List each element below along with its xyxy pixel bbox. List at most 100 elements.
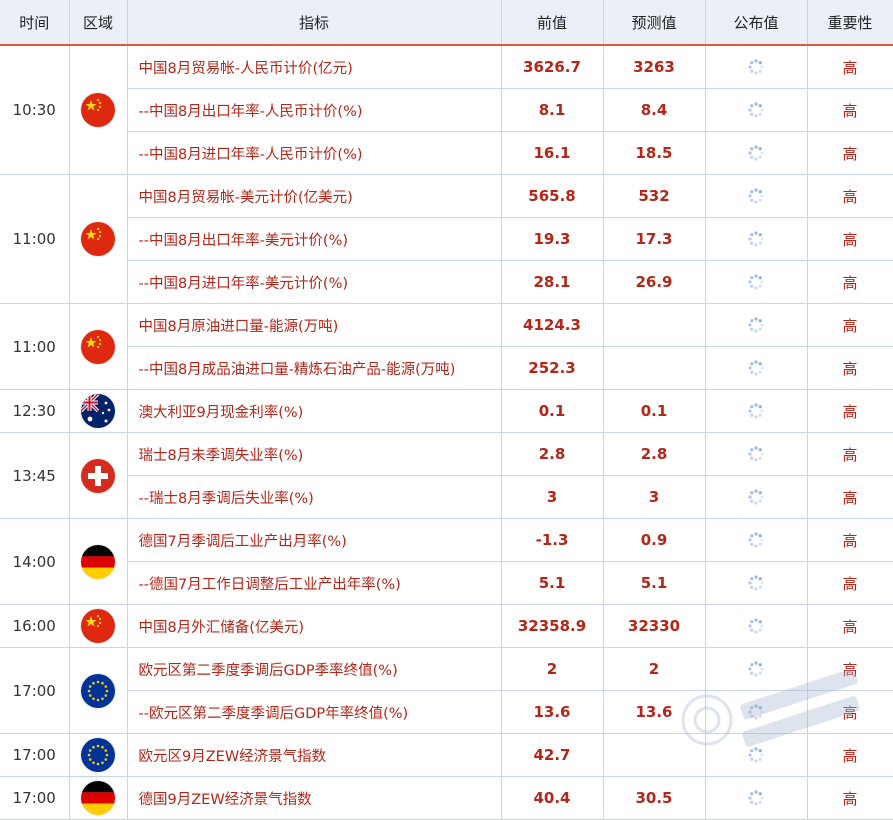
actual-value bbox=[705, 690, 808, 734]
actual-value bbox=[705, 647, 808, 691]
indicator-name[interactable]: 中国8月贸易帐-人民币计价(亿元) bbox=[127, 45, 502, 89]
previous-value: 3 bbox=[501, 475, 604, 519]
importance-level: 高 bbox=[807, 131, 893, 175]
region-cell bbox=[69, 776, 128, 820]
actual-value bbox=[705, 518, 808, 562]
indicator-name[interactable]: 中国8月原油进口量-能源(万吨) bbox=[127, 303, 502, 347]
australia-flag-icon bbox=[81, 394, 115, 428]
indicator-name[interactable]: --中国8月出口年率-人民币计价(%) bbox=[127, 88, 502, 132]
importance-level: 高 bbox=[807, 217, 893, 261]
actual-value bbox=[705, 346, 808, 390]
event-time: 14:00 bbox=[0, 518, 70, 605]
forecast-value: 0.1 bbox=[603, 389, 706, 433]
importance-level: 高 bbox=[807, 174, 893, 218]
loading-spinner-icon bbox=[747, 617, 765, 635]
indicator-name[interactable]: --中国8月进口年率-人民币计价(%) bbox=[127, 131, 502, 175]
china-flag-icon bbox=[81, 222, 115, 256]
importance-level: 高 bbox=[807, 690, 893, 734]
actual-value bbox=[705, 776, 808, 820]
header-importance: 重要性 bbox=[807, 0, 893, 46]
actual-value bbox=[705, 260, 808, 304]
importance-level: 高 bbox=[807, 88, 893, 132]
table-row: 12:30 澳大利亚9月现金利率(%) 0.1 0.1 高 bbox=[0, 389, 893, 433]
economic-calendar-table: 时间 区域 指标 前值 预测值 公布值 重要性 10:30 中国8月贸易帐-人民币… bbox=[0, 0, 893, 820]
previous-value: 4124.3 bbox=[501, 303, 604, 347]
table-row: 11:00 中国8月原油进口量-能源(万吨) 4124.3 高 bbox=[0, 303, 893, 390]
header-forecast: 预测值 bbox=[603, 0, 706, 46]
table-body: 10:30 中国8月贸易帐-人民币计价(亿元) 3626.7 3263 高 --中国8月出… bbox=[0, 45, 893, 820]
importance-level: 高 bbox=[807, 45, 893, 89]
indicator-name[interactable]: --欧元区第二季度季调后GDP年率终值(%) bbox=[127, 690, 502, 734]
region-cell bbox=[69, 432, 128, 519]
germany-flag-icon bbox=[81, 781, 115, 815]
previous-value: 2 bbox=[501, 647, 604, 691]
forecast-value: 532 bbox=[603, 174, 706, 218]
indicator-name[interactable]: --中国8月出口年率-美元计价(%) bbox=[127, 217, 502, 261]
previous-value: 3626.7 bbox=[501, 45, 604, 89]
forecast-value: 13.6 bbox=[603, 690, 706, 734]
loading-spinner-icon bbox=[747, 402, 765, 420]
indicator-name[interactable]: --德国7月工作日调整后工业产出年率(%) bbox=[127, 561, 502, 605]
region-cell bbox=[69, 733, 128, 777]
forecast-value: 3263 bbox=[603, 45, 706, 89]
forecast-value: 32330 bbox=[603, 604, 706, 648]
header-indicator: 指标 bbox=[127, 0, 502, 46]
event-time: 13:45 bbox=[0, 432, 70, 519]
actual-value bbox=[705, 131, 808, 175]
indicator-name[interactable]: 欧元区第二季度季调后GDP季率终值(%) bbox=[127, 647, 502, 691]
forecast-value bbox=[603, 733, 706, 777]
previous-value: 5.1 bbox=[501, 561, 604, 605]
actual-value bbox=[705, 303, 808, 347]
importance-level: 高 bbox=[807, 260, 893, 304]
indicator-name[interactable]: --瑞士8月季调后失业率(%) bbox=[127, 475, 502, 519]
indicator-name[interactable]: 欧元区9月ZEW经济景气指数 bbox=[127, 733, 502, 777]
forecast-value: 26.9 bbox=[603, 260, 706, 304]
indicator-name[interactable]: 德国7月季调后工业产出月率(%) bbox=[127, 518, 502, 562]
loading-spinner-icon bbox=[747, 445, 765, 463]
previous-value: 19.3 bbox=[501, 217, 604, 261]
table-row: --中国8月成品油进口量-精炼石油产品-能源(万吨) 252.3 高 bbox=[0, 346, 893, 390]
actual-value bbox=[705, 88, 808, 132]
importance-level: 高 bbox=[807, 647, 893, 691]
previous-value: -1.3 bbox=[501, 518, 604, 562]
table-row: 17:00 欧元区9月ZEW经济景气指数 42.7 高 bbox=[0, 733, 893, 777]
eu-flag-icon bbox=[81, 673, 115, 708]
loading-spinner-icon bbox=[747, 273, 765, 291]
region-cell bbox=[69, 174, 128, 304]
china-flag-icon bbox=[81, 609, 115, 643]
indicator-name[interactable]: 中国8月贸易帐-美元计价(亿美元) bbox=[127, 174, 502, 218]
event-time: 17:00 bbox=[0, 776, 70, 820]
forecast-value: 2.8 bbox=[603, 432, 706, 476]
table-row: --德国7月工作日调整后工业产出年率(%) 5.1 5.1 高 bbox=[0, 561, 893, 605]
forecast-value: 3 bbox=[603, 475, 706, 519]
event-time: 11:00 bbox=[0, 303, 70, 390]
indicator-name[interactable]: --中国8月成品油进口量-精炼石油产品-能源(万吨) bbox=[127, 346, 502, 390]
indicator-name[interactable]: 德国9月ZEW经济景气指数 bbox=[127, 776, 502, 820]
indicator-name[interactable]: 澳大利亚9月现金利率(%) bbox=[127, 389, 502, 433]
actual-value bbox=[705, 432, 808, 476]
actual-value bbox=[705, 604, 808, 648]
loading-spinner-icon bbox=[747, 789, 765, 807]
forecast-value: 17.3 bbox=[603, 217, 706, 261]
importance-level: 高 bbox=[807, 475, 893, 519]
previous-value: 0.1 bbox=[501, 389, 604, 433]
loading-spinner-icon bbox=[747, 230, 765, 248]
china-flag-icon bbox=[81, 329, 115, 364]
previous-value: 28.1 bbox=[501, 260, 604, 304]
loading-spinner-icon bbox=[747, 316, 765, 334]
importance-level: 高 bbox=[807, 561, 893, 605]
indicator-name[interactable]: 瑞士8月未季调失业率(%) bbox=[127, 432, 502, 476]
table-row: 17:00 德国9月ZEW经济景气指数 40.4 30.5 高 bbox=[0, 776, 893, 820]
header-region: 区域 bbox=[69, 0, 128, 46]
importance-level: 高 bbox=[807, 389, 893, 433]
loading-spinner-icon bbox=[747, 359, 765, 377]
forecast-value: 30.5 bbox=[603, 776, 706, 820]
forecast-value bbox=[603, 346, 706, 390]
forecast-value: 5.1 bbox=[603, 561, 706, 605]
loading-spinner-icon bbox=[747, 660, 765, 678]
germany-flag-icon bbox=[81, 544, 115, 579]
indicator-name[interactable]: --中国8月进口年率-美元计价(%) bbox=[127, 260, 502, 304]
forecast-value bbox=[603, 303, 706, 347]
indicator-name[interactable]: 中国8月外汇储备(亿美元) bbox=[127, 604, 502, 648]
importance-level: 高 bbox=[807, 518, 893, 562]
